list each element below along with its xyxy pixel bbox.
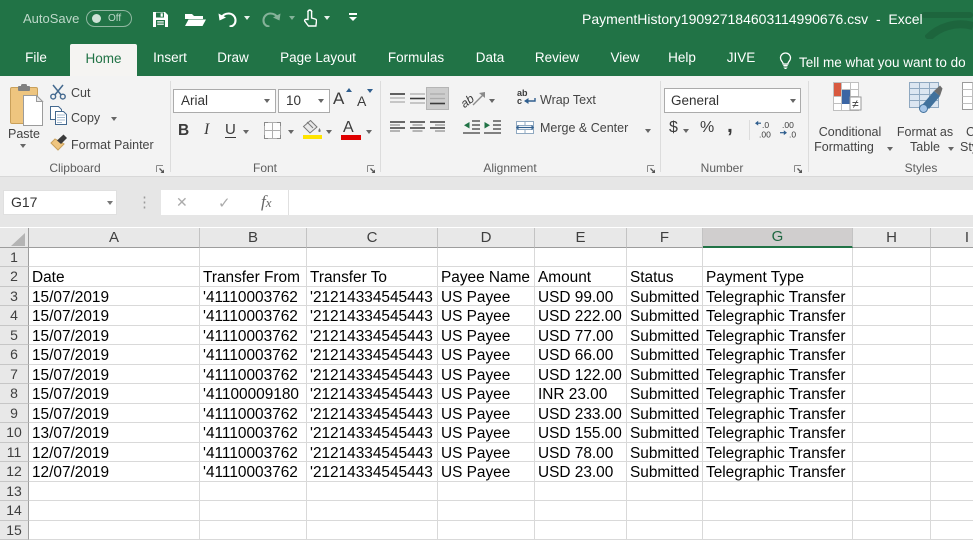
svg-text:.0: .0 — [789, 130, 796, 140]
svg-text:.0: .0 — [762, 120, 769, 130]
svg-text:.00: .00 — [759, 130, 771, 140]
svg-text:.00: .00 — [782, 120, 794, 130]
svg-text:≠: ≠ — [852, 97, 859, 111]
